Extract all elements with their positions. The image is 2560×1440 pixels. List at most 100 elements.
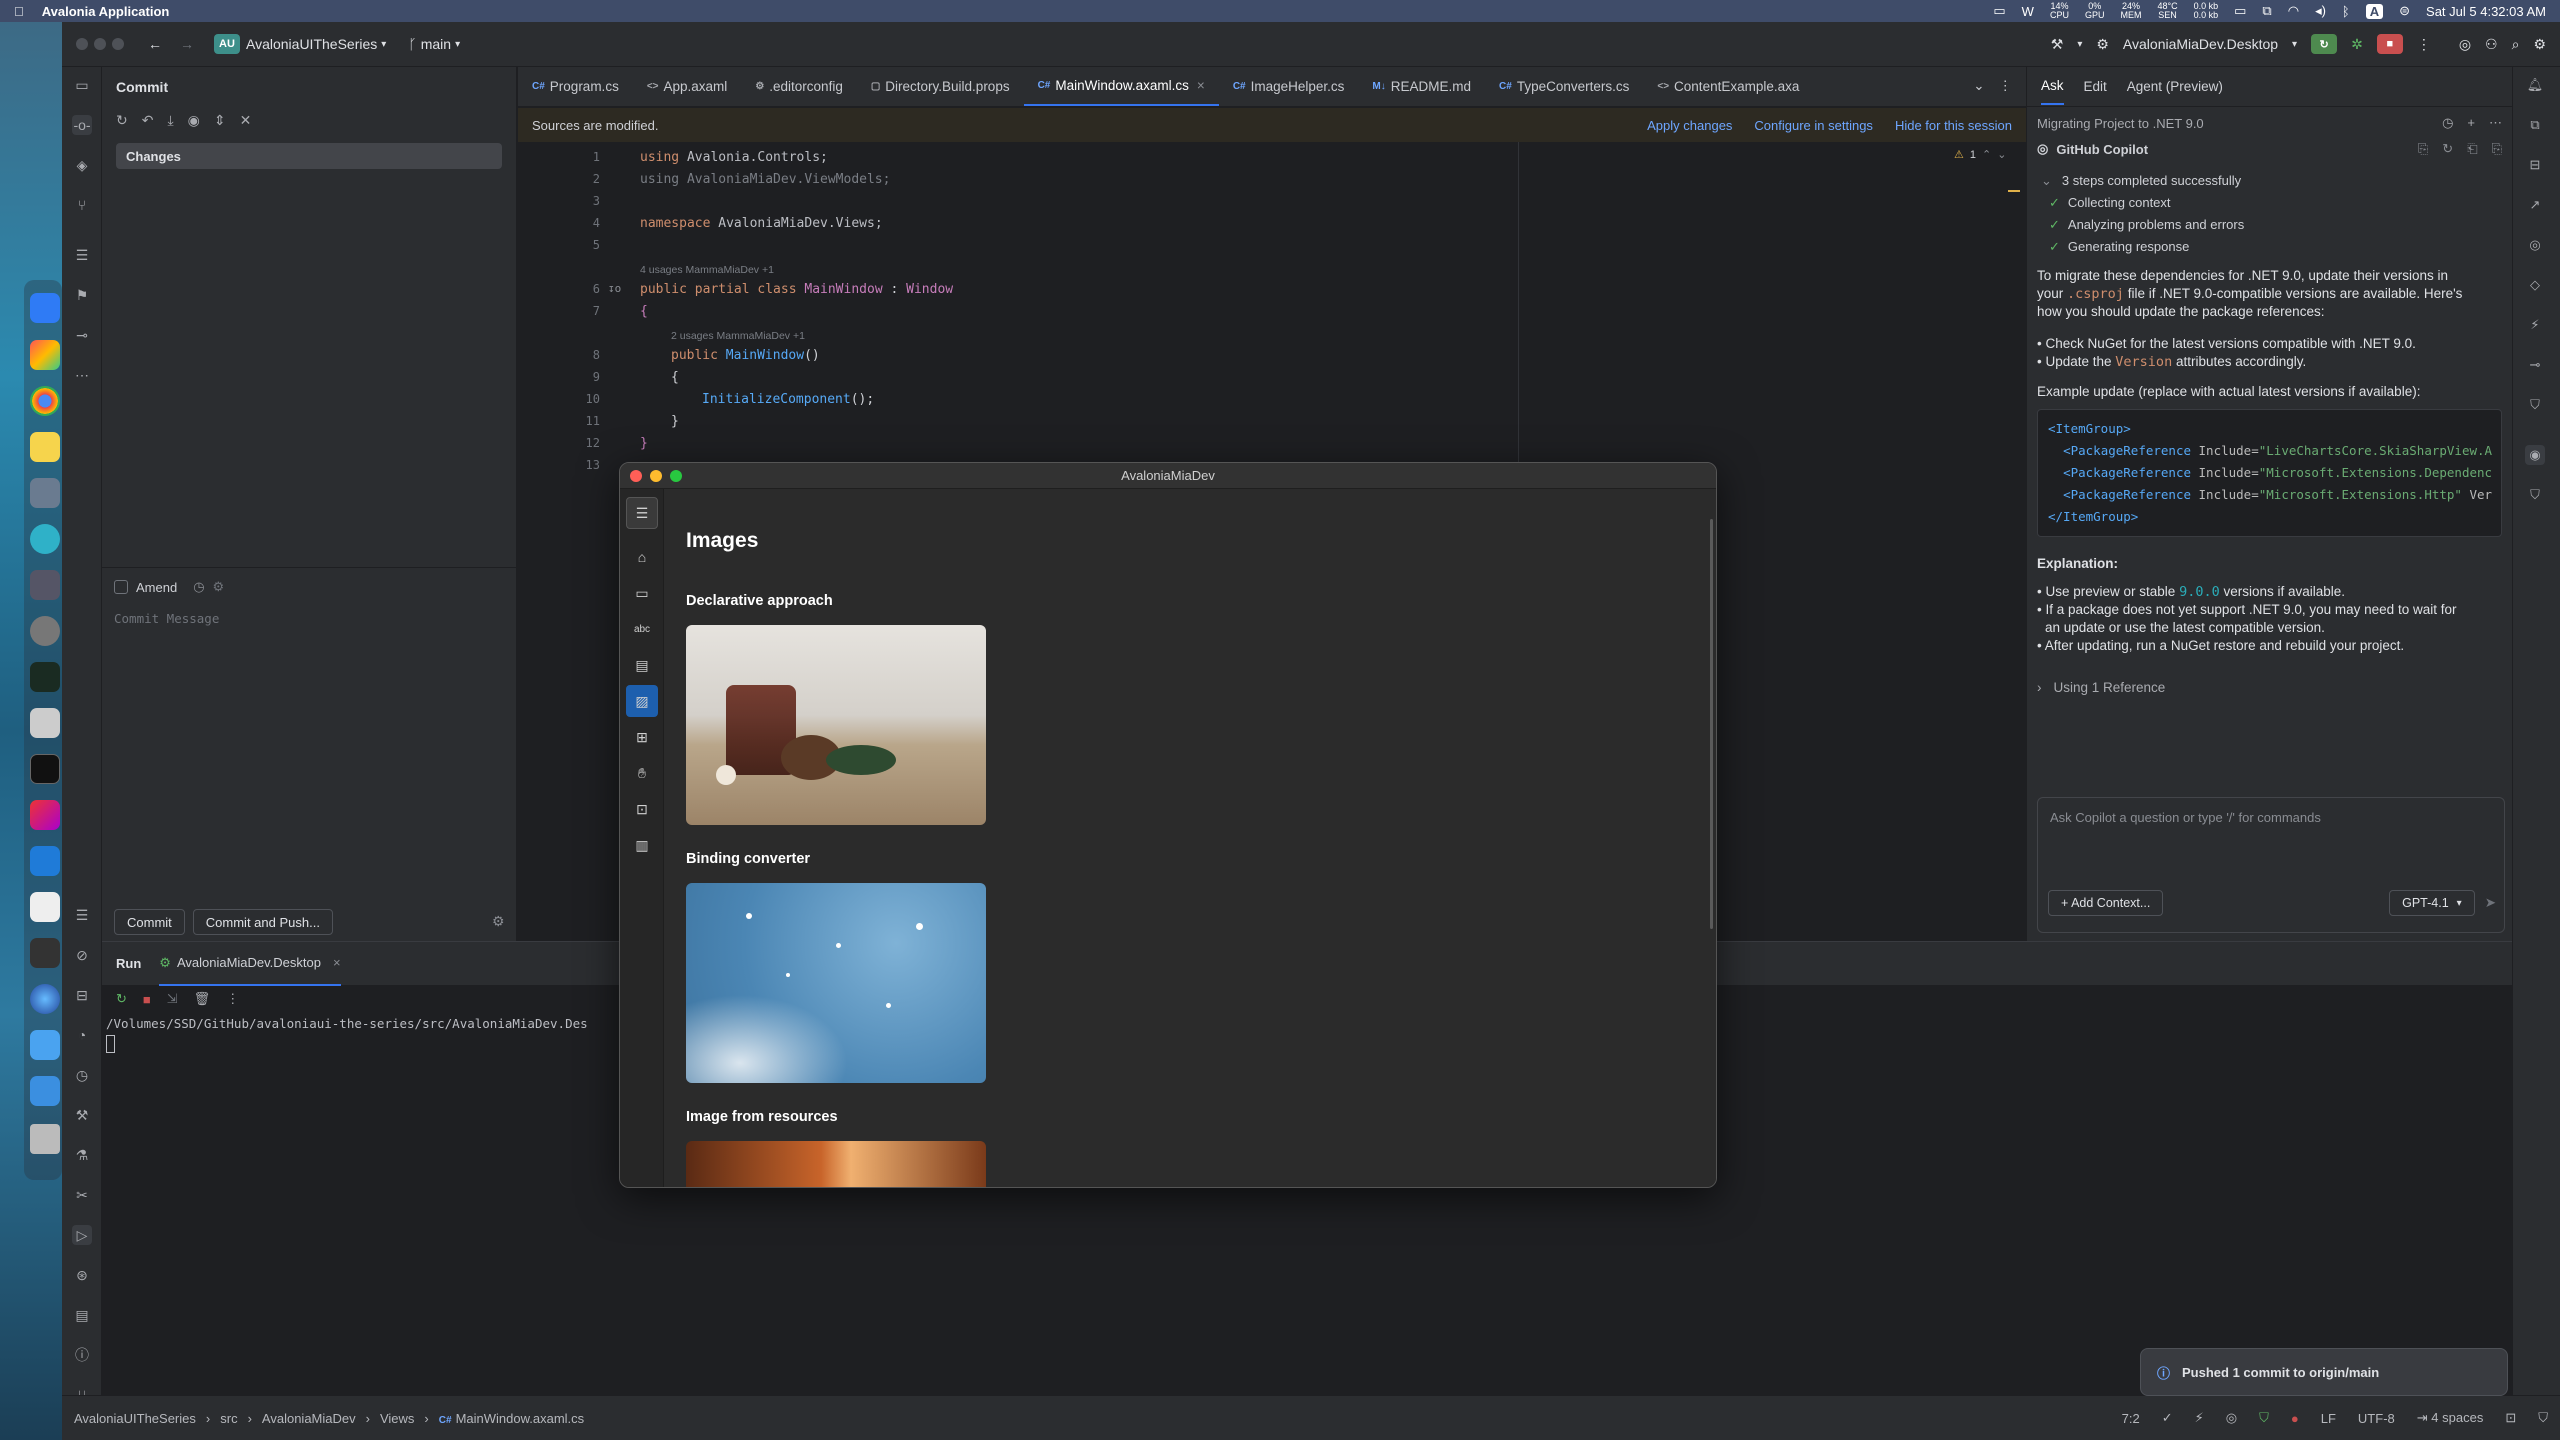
commit-button[interactable]: Commit xyxy=(114,909,185,935)
configure-settings-link[interactable]: Configure in settings xyxy=(1754,118,1873,133)
screen-icon[interactable]: ▭ xyxy=(1993,3,2005,19)
run-tab-label[interactable]: Run xyxy=(116,956,141,971)
forms-icon[interactable]: ▤ xyxy=(626,649,658,681)
commit-tool-icon[interactable]: -o- xyxy=(72,115,92,135)
downloads-folder-icon[interactable] xyxy=(30,1030,60,1060)
active-app-name[interactable]: Avalonia Application xyxy=(42,4,170,19)
copy-icon[interactable]: ⧉ xyxy=(2525,115,2545,135)
wifi-icon[interactable]: ◠ xyxy=(2288,3,2299,19)
ai-icon[interactable]: ⚡︎ xyxy=(2525,315,2545,335)
restore-layout-icon[interactable]: ⇲ xyxy=(167,991,178,1007)
security-check-icon[interactable]: ⛉ xyxy=(2525,485,2545,505)
finder-icon[interactable] xyxy=(30,293,60,323)
push-notification-toast[interactable]: ⓘ Pushed 1 commit to origin/main xyxy=(2140,1348,2508,1396)
debug-tool-icon[interactable]: ⊛ xyxy=(72,1265,92,1285)
copilot-input-box[interactable]: Ask Copilot a question or type '/' for c… xyxy=(2037,797,2505,933)
project-folder-icon[interactable]: ▭ xyxy=(72,75,92,95)
forward-arrow-icon[interactable]: → xyxy=(180,36,194,52)
stat-sensor[interactable]: 48°C SEN xyxy=(2157,2,2177,20)
hamburger-menu-icon[interactable]: ☰ xyxy=(626,497,658,529)
images-icon[interactable]: ▨ xyxy=(626,685,658,717)
run-tool-icon[interactable]: ▷ xyxy=(72,1225,92,1245)
todo-list-icon[interactable]: ☰ xyxy=(72,905,92,925)
rider-icon[interactable] xyxy=(30,800,60,830)
search-icon[interactable]: ⌕ xyxy=(2512,36,2520,53)
bluetooth-icon[interactable]: ᛒ xyxy=(2342,4,2350,19)
history-icon[interactable]: ◷ xyxy=(2442,115,2453,131)
close-window-button[interactable] xyxy=(630,470,642,482)
chevron-down-icon[interactable]: ▾ xyxy=(2292,39,2297,50)
trash-icon[interactable] xyxy=(30,1124,60,1154)
tab-edit[interactable]: Edit xyxy=(2084,79,2107,94)
rollback-icon[interactable]: ↶ xyxy=(142,112,154,129)
close-tab-icon[interactable]: × xyxy=(1197,78,1205,93)
activity-monitor-icon[interactable] xyxy=(30,662,60,692)
indent-setting[interactable]: ⇥ 4 spaces xyxy=(2417,1410,2484,1426)
unit-tests-icon[interactable]: ⚗ xyxy=(72,1145,92,1165)
chart-icon[interactable]: ▥ xyxy=(626,829,658,861)
run-config-selector[interactable]: AvaloniaMiaDev.Desktop xyxy=(2123,36,2278,52)
chrome-icon[interactable] xyxy=(30,386,60,416)
pull-request-icon[interactable]: ⑂ xyxy=(72,195,92,215)
collapse-icon[interactable]: ✕ xyxy=(240,112,252,129)
stop-icon[interactable]: ■ xyxy=(143,992,151,1007)
tools-app-icon[interactable] xyxy=(30,478,60,508)
commit-and-push-button[interactable]: Commit and Push... xyxy=(192,909,333,935)
history-icon[interactable]: ◷ xyxy=(193,579,204,595)
problems-icon[interactable]: ⓘ xyxy=(72,1345,92,1365)
expand-icon[interactable]: ⇕ xyxy=(214,112,226,129)
new-chat-icon[interactable]: + xyxy=(2467,115,2475,131)
rerun-button[interactable]: ↻ xyxy=(2311,34,2338,54)
tab-imagehelper-cs[interactable]: C# ImageHelper.cs xyxy=(1219,66,1359,106)
apply-changes-link[interactable]: Apply changes xyxy=(1647,118,1732,133)
thumbs-up-icon[interactable]: ⎗ xyxy=(2467,141,2477,157)
close-tab-icon[interactable]: × xyxy=(333,955,341,970)
model-selector[interactable]: GPT-4.1 ▾ xyxy=(2389,890,2475,916)
datetime[interactable]: Sat Jul 5 4:32:03 AM xyxy=(2426,4,2546,19)
tab-agent[interactable]: Agent (Preview) xyxy=(2127,79,2223,94)
home-icon[interactable]: ⌂ xyxy=(626,541,658,573)
browser-app-icon[interactable] xyxy=(30,984,60,1014)
vscode-icon[interactable] xyxy=(30,846,60,876)
debug-icon[interactable]: ✲ xyxy=(2351,36,2363,53)
chevron-down-icon[interactable]: ⌄ xyxy=(1973,78,1984,94)
volume-icon[interactable]: ◂) xyxy=(2315,3,2326,19)
stat-network[interactable]: 0.0 kb 0.0 kb xyxy=(2194,2,2219,20)
code-snippet[interactable]: <ItemGroup> <PackageReference Include="L… xyxy=(2037,409,2502,537)
run-config-tab[interactable]: ⚙ AvaloniaMiaDev.Desktop × xyxy=(159,942,341,986)
lock-icon[interactable]: ⊡ xyxy=(626,793,658,825)
notes-icon[interactable] xyxy=(30,432,60,462)
terminal-tool-icon[interactable]: ▤ xyxy=(72,1305,92,1325)
shield-outline-icon[interactable]: ⛉ xyxy=(2538,1410,2548,1426)
cursor-app-icon[interactable]: W xyxy=(2022,4,2034,19)
regenerate-icon[interactable]: ↻ xyxy=(2442,141,2453,157)
breadcrumb-item[interactable]: C# MainWindow.axaml.cs xyxy=(439,1411,584,1426)
copilot-icon[interactable]: ◎ xyxy=(2459,36,2471,53)
chevron-down-icon[interactable]: ▾ xyxy=(2077,39,2082,50)
implementation-gutter-icon[interactable]: ↧o xyxy=(608,282,621,295)
add-context-button[interactable]: + Add Context... xyxy=(2048,890,2164,916)
minimize-window-button[interactable] xyxy=(650,470,662,482)
breadcrumb-item[interactable]: AvaloniaMiaDev xyxy=(262,1411,356,1426)
file-encoding[interactable]: UTF-8 xyxy=(2358,1411,2395,1426)
utility-app-icon[interactable] xyxy=(30,938,60,968)
send-icon[interactable]: ➤ xyxy=(2485,895,2496,911)
hide-session-link[interactable]: Hide for this session xyxy=(1895,118,2012,133)
textedit-icon[interactable] xyxy=(30,892,60,922)
tab-program-cs[interactable]: C# Program.cs xyxy=(518,66,633,106)
breadcrumb-item[interactable]: Views xyxy=(380,1411,414,1426)
tab-app-axaml[interactable]: <> App.axaml xyxy=(633,66,741,106)
database-icon[interactable]: ⊟ xyxy=(2525,155,2545,175)
preview-app-icon[interactable] xyxy=(30,708,60,738)
apple-icon[interactable]:  xyxy=(14,4,24,19)
hand-icon[interactable]: ✋︎ xyxy=(626,757,658,789)
documents-folder-icon[interactable] xyxy=(30,1076,60,1106)
more-horizontal-icon[interactable]: ⋯ xyxy=(72,365,92,385)
stop-button[interactable]: ■ xyxy=(2376,34,2403,54)
lock-icon[interactable]: ⊡ xyxy=(2505,1410,2516,1426)
eye-icon[interactable]: ◉ xyxy=(188,112,200,129)
stat-mem[interactable]: 24% MEM xyxy=(2120,2,2141,20)
nuget-icon[interactable]: ◇ xyxy=(2525,275,2545,295)
line-ending[interactable]: LF xyxy=(2321,1411,2336,1426)
usages-hint-class[interactable]: 4 usages MammaMiaDev +1 xyxy=(640,264,774,276)
